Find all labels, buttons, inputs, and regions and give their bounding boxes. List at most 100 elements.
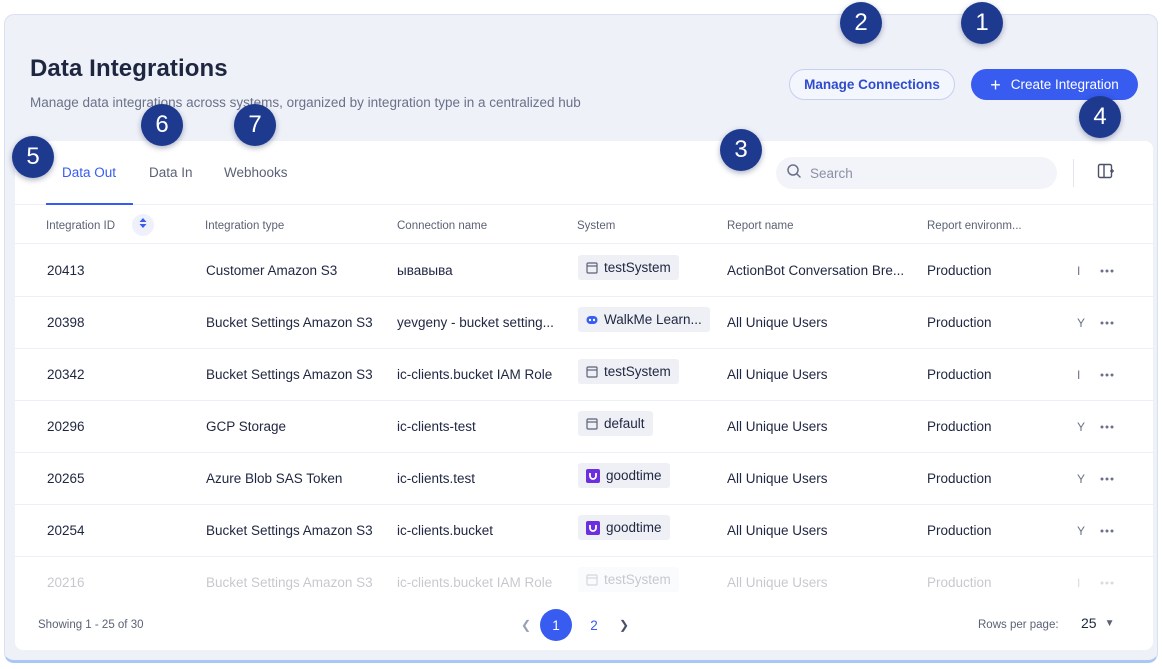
goodtime-icon [586, 520, 600, 535]
manage-connections-button[interactable]: Manage Connections [789, 69, 955, 100]
system-label: testSystem [604, 260, 671, 275]
more-options-icon[interactable] [1098, 314, 1116, 332]
table-row[interactable]: 20216 Bucket Settings Amazon S3 ic-clients… [15, 557, 1153, 597]
integration-id-cell: 20398 [47, 315, 85, 330]
more-options-icon[interactable] [1098, 418, 1116, 436]
column-header-integration-type[interactable]: Integration type [205, 220, 284, 232]
callout-badge-1: 1 [961, 2, 1003, 44]
table-row[interactable]: 20342 Bucket Settings Amazon S3 ic-clients… [15, 349, 1153, 401]
system-label: default [604, 416, 645, 431]
truncated-cell: Y [1077, 420, 1086, 434]
report-name-cell: All Unique Users [727, 367, 828, 382]
integration-type-cell: GCP Storage [206, 419, 287, 434]
report-name-cell: All Unique Users [727, 523, 828, 538]
truncated-cell: Y [1077, 472, 1086, 486]
system-chip: testSystem [578, 359, 679, 384]
report-environment-cell: Production [927, 367, 992, 382]
report-environment-cell: Production [927, 523, 992, 538]
system-chip: goodtime [578, 463, 670, 488]
toolbar-divider [1073, 159, 1074, 187]
table-footer: Showing 1 - 25 of 30 ❮ 1 2 ❯ Rows per pa… [15, 605, 1153, 650]
table-header: Integration ID Integration type Connecti… [15, 206, 1153, 244]
table-row[interactable]: 20413 Customer Amazon S3 ывавыва testSystem… [15, 245, 1153, 297]
integration-type-cell: Bucket Settings Amazon S3 [206, 523, 373, 538]
showing-count: Showing 1 - 25 of 30 [38, 619, 144, 631]
system-label: WalkMe Learn... [604, 312, 702, 327]
connection-name-cell: ic-clients.test [397, 471, 476, 486]
tab-data-out[interactable]: Data Out [62, 165, 116, 180]
more-options-icon[interactable] [1098, 366, 1116, 384]
create-integration-button[interactable]: + Create Integration [971, 69, 1138, 100]
search-input[interactable] [810, 165, 1040, 181]
column-header-system[interactable]: System [577, 220, 615, 232]
table-row[interactable]: 20265 Azure Blob SAS Token ic-clients.test… [15, 453, 1153, 505]
connection-name-cell: ic-clients.bucket IAM Role [397, 367, 553, 382]
truncated-cell: Y [1077, 524, 1086, 538]
window-icon [586, 573, 598, 586]
truncated-cell: I [1077, 368, 1081, 382]
rows-per-page-select[interactable]: 25 ▼ [1081, 615, 1114, 631]
column-settings-button[interactable] [1095, 162, 1117, 184]
connection-name-cell: ic-clients.bucket IAM Role [397, 575, 553, 590]
truncated-cell: Y [1077, 316, 1086, 330]
next-page-icon[interactable]: ❯ [613, 614, 635, 636]
integration-id-cell: 20265 [47, 471, 85, 486]
prev-page-icon[interactable]: ❮ [515, 614, 537, 636]
tab-data-in[interactable]: Data In [149, 165, 193, 180]
rows-per-page-label: Rows per page: [978, 619, 1059, 631]
page-1-button[interactable]: 1 [540, 609, 572, 641]
sort-icon [138, 216, 148, 234]
more-options-icon[interactable] [1098, 574, 1116, 592]
page-2-button[interactable]: 2 [578, 609, 610, 641]
report-name-cell: All Unique Users [727, 471, 828, 486]
system-chip: goodtime [578, 515, 670, 540]
system-label: testSystem [604, 572, 671, 587]
callout-badge-2: 2 [840, 2, 882, 44]
plus-icon: + [990, 74, 1001, 95]
integration-id-cell: 20216 [47, 575, 85, 590]
more-options-icon[interactable] [1098, 522, 1116, 540]
rows-per-page-value: 25 [1081, 615, 1097, 631]
column-header-connection-name[interactable]: Connection name [397, 220, 487, 232]
create-integration-label: Create Integration [1010, 77, 1119, 92]
integration-id-cell: 20296 [47, 419, 85, 434]
connection-name-cell: ic-clients-test [397, 419, 476, 434]
tab-webhooks[interactable]: Webhooks [224, 165, 288, 180]
sort-button[interactable] [132, 214, 154, 236]
integration-id-cell: 20342 [47, 367, 85, 382]
table-row[interactable]: 20254 Bucket Settings Amazon S3 ic-clients… [15, 505, 1153, 557]
report-environment-cell: Production [927, 471, 992, 486]
table-row[interactable]: 20398 Bucket Settings Amazon S3 yevgeny - … [15, 297, 1153, 349]
manage-connections-label: Manage Connections [804, 77, 940, 92]
integration-type-cell: Bucket Settings Amazon S3 [206, 575, 373, 590]
system-chip: testSystem [578, 255, 679, 280]
callout-badge-4: 4 [1079, 96, 1121, 138]
system-label: testSystem [604, 364, 671, 379]
chevron-down-icon: ▼ [1104, 617, 1115, 629]
connection-name-cell: yevgeny - bucket setting... [397, 315, 554, 330]
connection-name-cell: ывавыва [397, 263, 453, 278]
column-header-report-environment[interactable]: Report environm... [927, 220, 1022, 232]
page-title: Data Integrations [30, 55, 228, 82]
system-chip: testSystem [578, 567, 679, 592]
table-row[interactable]: 20296 GCP Storage ic-clients-test default Al… [15, 401, 1153, 453]
column-header-report-name[interactable]: Report name [727, 220, 793, 232]
callout-badge-7: 7 [234, 104, 276, 146]
integration-type-cell: Azure Blob SAS Token [206, 471, 343, 486]
callout-badge-3: 3 [720, 129, 762, 171]
callout-badge-5: 5 [12, 136, 54, 178]
column-header-integration-id[interactable]: Integration ID [46, 220, 115, 232]
search-box[interactable] [776, 157, 1057, 189]
report-name-cell: ActionBot Conversation Bre... [727, 263, 905, 278]
connection-name-cell: ic-clients.bucket [397, 523, 494, 538]
more-options-icon[interactable] [1098, 470, 1116, 488]
walkme-icon [586, 314, 598, 326]
system-chip: default [578, 411, 653, 436]
active-tab-indicator [46, 203, 133, 205]
report-name-cell: All Unique Users [727, 575, 828, 590]
system-label: goodtime [606, 520, 662, 535]
more-options-icon[interactable] [1098, 262, 1116, 280]
integrations-card: Data Out Data In Webhooks Integration ID [15, 141, 1153, 650]
goodtime-icon [586, 468, 600, 483]
system-chip: WalkMe Learn... [578, 307, 710, 332]
